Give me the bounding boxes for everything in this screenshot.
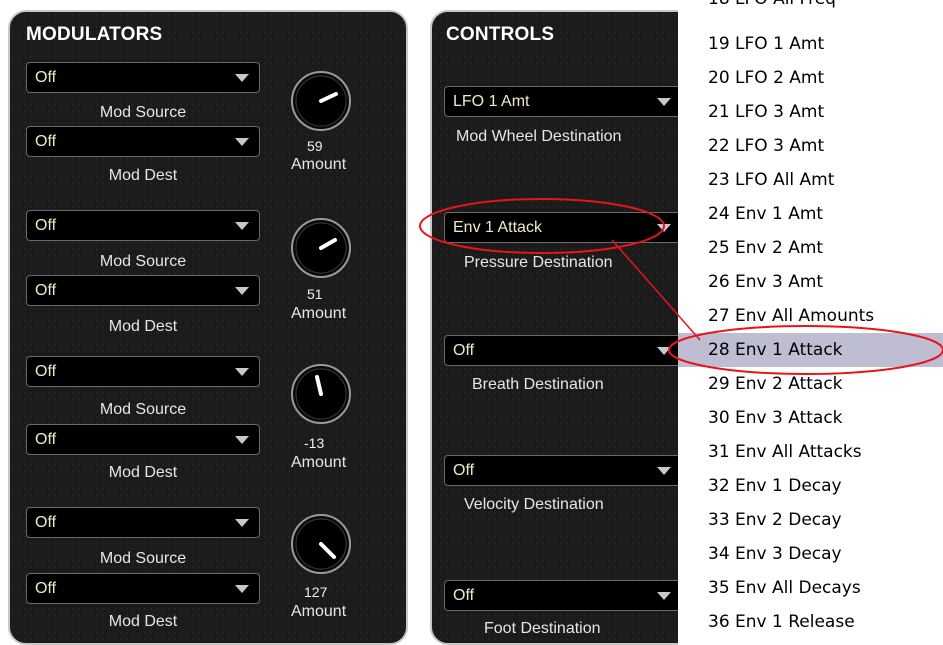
list-item[interactable]: 36 Env 1 Release [678, 605, 943, 639]
breath-destination-label: Breath Destination [472, 376, 604, 393]
chevron-down-icon [235, 519, 249, 527]
list-item[interactable]: 25 Env 2 Amt [678, 231, 943, 265]
list-item[interactable]: 32 Env 1 Decay [678, 469, 943, 503]
amount-label-1: Amount [291, 156, 347, 173]
mod-dest-value-1: Off [35, 133, 57, 150]
chevron-down-icon [657, 467, 671, 475]
chevron-down-icon [235, 138, 249, 146]
mod-wheel-destination-label: Mod Wheel Destination [456, 128, 622, 145]
amount-value-2: 51 [307, 286, 323, 302]
amount-value-3: -13 [304, 435, 325, 451]
velocity-destination-label: Velocity Destination [464, 496, 604, 513]
mod-wheel-destination-value: LFO 1 Amt [453, 93, 530, 110]
breath-destination-value: Off [453, 342, 475, 359]
mod-dest-dropdown-4[interactable]: Off [26, 573, 260, 604]
mod-wheel-destination-dropdown[interactable]: LFO 1 Amt [444, 86, 684, 117]
amount-value-4: 127 [304, 584, 328, 600]
chevron-down-icon [235, 436, 249, 444]
list-item[interactable]: 35 Env All Decays [678, 571, 943, 605]
pressure-destination-value: Env 1 Attack [453, 219, 542, 236]
mod-source-dropdown-3[interactable]: Off [26, 356, 260, 387]
mod-source-label-1: Mod Source [99, 104, 187, 121]
list-item[interactable]: 18 LFO All Freq [678, 0, 943, 16]
destination-list[interactable]: 18 LFO All Freq 19 LFO 1 Amt 20 LFO 2 Am… [678, 0, 943, 645]
amount-knob-4[interactable] [290, 513, 352, 575]
mod-dest-label-4: Mod Dest [108, 613, 178, 630]
velocity-destination-value: Off [453, 462, 475, 479]
amount-value-1: 59 [307, 138, 323, 154]
foot-destination-label: Foot Destination [484, 620, 601, 637]
mod-source-label-4: Mod Source [99, 550, 187, 567]
velocity-destination-dropdown[interactable]: Off [444, 455, 684, 486]
list-item[interactable]: 19 LFO 1 Amt [678, 27, 943, 61]
list-item[interactable]: 30 Env 3 Attack [678, 401, 943, 435]
amount-label-2: Amount [291, 305, 347, 322]
mod-source-value-3: Off [35, 363, 57, 380]
amount-label-4: Amount [291, 603, 347, 620]
list-item[interactable]: 21 LFO 3 Amt [678, 95, 943, 129]
chevron-down-icon [235, 585, 249, 593]
mod-source-value-2: Off [35, 217, 57, 234]
modulators-panel: MODULATORS Off Mod Source Off Mod Dest 5… [8, 10, 408, 645]
list-item[interactable]: 23 LFO All Amt [678, 163, 943, 197]
pressure-destination-label: Pressure Destination [464, 254, 613, 271]
list-item[interactable]: 31 Env All Attacks [678, 435, 943, 469]
controls-panel: CONTROLS LFO 1 Amt Mod Wheel Destination… [430, 10, 710, 645]
amount-knob-1[interactable] [290, 70, 352, 132]
foot-destination-value: Off [453, 587, 475, 604]
list-item[interactable]: 24 Env 1 Amt [678, 197, 943, 231]
mod-dest-dropdown-2[interactable]: Off [26, 275, 260, 306]
list-item[interactable]: 20 LFO 2 Amt [678, 61, 943, 95]
mod-source-dropdown-1[interactable]: Off [26, 62, 260, 93]
chevron-down-icon [235, 368, 249, 376]
amount-knob-3[interactable] [290, 363, 352, 425]
mod-dest-value-2: Off [35, 282, 57, 299]
chevron-down-icon [235, 74, 249, 82]
amount-knob-2[interactable] [290, 217, 352, 279]
list-item[interactable]: 29 Env 2 Attack [678, 367, 943, 401]
list-item[interactable]: 34 Env 3 Decay [678, 537, 943, 571]
chevron-down-icon [657, 592, 671, 600]
mod-dest-value-4: Off [35, 580, 57, 597]
modulators-title: MODULATORS [26, 24, 163, 45]
list-item[interactable]: 27 Env All Amounts [678, 299, 943, 333]
mod-dest-label-1: Mod Dest [108, 167, 178, 184]
mod-source-dropdown-2[interactable]: Off [26, 210, 260, 241]
list-item[interactable]: 26 Env 3 Amt [678, 265, 943, 299]
foot-destination-dropdown[interactable]: Off [444, 580, 684, 611]
breath-destination-dropdown[interactable]: Off [444, 335, 684, 366]
mod-dest-dropdown-1[interactable]: Off [26, 126, 260, 157]
mod-source-dropdown-4[interactable]: Off [26, 507, 260, 538]
list-item[interactable]: 33 Env 2 Decay [678, 503, 943, 537]
chevron-down-icon [235, 287, 249, 295]
amount-label-3: Amount [291, 454, 347, 471]
mod-source-value-1: Off [35, 69, 57, 86]
chevron-down-icon [235, 222, 249, 230]
mod-dest-label-3: Mod Dest [108, 464, 178, 481]
controls-title: CONTROLS [446, 24, 555, 45]
mod-source-value-4: Off [35, 514, 57, 531]
chevron-down-icon [657, 224, 671, 232]
chevron-down-icon [657, 347, 671, 355]
mod-source-label-3: Mod Source [99, 401, 187, 418]
mod-source-label-2: Mod Source [99, 253, 187, 270]
chevron-down-icon [657, 98, 671, 106]
list-item[interactable]: 22 LFO 3 Amt [678, 129, 943, 163]
pressure-destination-dropdown[interactable]: Env 1 Attack [444, 212, 684, 243]
mod-dest-dropdown-3[interactable]: Off [26, 424, 260, 455]
list-item-selected[interactable]: 28 Env 1 Attack [678, 333, 943, 367]
mod-dest-value-3: Off [35, 431, 57, 448]
mod-dest-label-2: Mod Dest [108, 318, 178, 335]
